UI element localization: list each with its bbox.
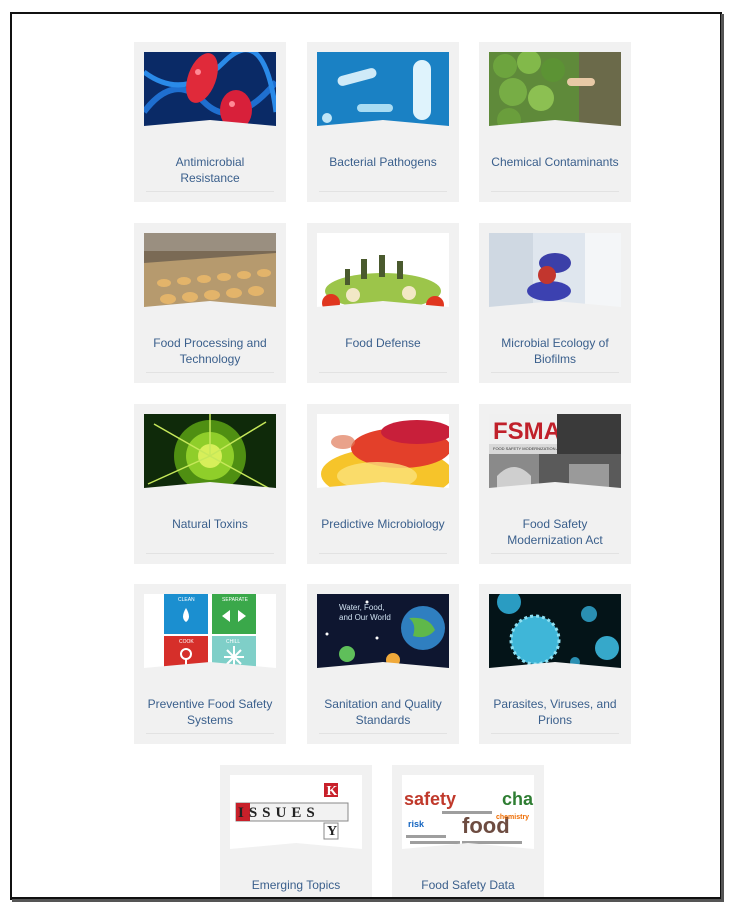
fsma-subtext: FOOD SAFETY MODERNIZATION ACT	[493, 446, 565, 451]
label-line: Bacterial Pathogens	[329, 155, 437, 169]
word-chemistry: chemistry	[496, 814, 529, 821]
card-antimicrobial-resistance[interactable]: Antimicrobial Resistance	[134, 42, 286, 202]
divider	[491, 372, 619, 373]
water-text-line2: and Our World	[339, 613, 391, 622]
card-label: Parasites, Viruses, and Prions	[485, 696, 625, 728]
card-label: Food Safety Data	[398, 877, 538, 893]
card-label: Food Defense	[313, 335, 453, 351]
label-line: Predictive Microbiology	[321, 517, 445, 531]
card-emerging-topics[interactable]: K ISSUES Y Emerging Topics	[220, 765, 372, 897]
divider	[491, 733, 619, 734]
card-bacterial-pathogens[interactable]: Bacterial Pathogens	[307, 42, 459, 202]
thumb-notch	[144, 301, 276, 315]
divider	[319, 553, 447, 554]
card-microbial-ecology-biofilms[interactable]: Microbial Ecology of Biofilms	[479, 223, 631, 383]
word-cha: cha	[502, 789, 534, 809]
thumb-notch	[317, 662, 449, 676]
tile-k-text: K	[327, 784, 338, 799]
label-line: Modernization Act	[507, 533, 603, 547]
thumb-notch	[489, 662, 621, 676]
card-label: Predictive Microbiology	[313, 516, 453, 532]
card-label: Microbial Ecology of Biofilms	[485, 335, 625, 367]
card-label: Chemical Contaminants	[485, 154, 625, 170]
page-frame: Antimicrobial Resistance Bacterial Patho…	[10, 12, 722, 900]
card-sanitation-quality-standards[interactable]: Water, Food, and Our World Sanitation an…	[307, 584, 459, 744]
label-line: Systems	[186, 713, 233, 727]
divider	[319, 733, 447, 734]
water-text-line1: Water, Food,	[339, 603, 385, 612]
card-predictive-microbiology[interactable]: Predictive Microbiology	[307, 404, 459, 564]
divider	[146, 733, 274, 734]
label-line: Food Processing and	[153, 336, 267, 350]
thumb-notch	[489, 482, 621, 496]
thumb-notch	[402, 843, 534, 857]
card-natural-toxins[interactable]: Natural Toxins	[134, 404, 286, 564]
thumb-notch	[230, 843, 362, 857]
divider	[491, 553, 619, 554]
thumb-notch	[144, 120, 276, 134]
label-line: Antimicrobial	[175, 155, 245, 169]
thumb-notch	[489, 301, 621, 315]
card-label: Food Processing and Technology	[140, 335, 280, 367]
divider	[491, 191, 619, 192]
thumb-notch	[317, 301, 449, 315]
clean-text: CLEAN	[178, 597, 195, 603]
label-line: Natural Toxins	[172, 517, 248, 531]
label-line: Parasites, Viruses, and	[493, 697, 617, 711]
thumb-notch	[144, 662, 276, 676]
card-food-safety-modernization-act[interactable]: FSMA FOOD SAFETY MODERNIZATION ACT Food …	[479, 404, 631, 564]
tile-y-text: Y	[327, 824, 337, 839]
fsma-text: FSMA	[493, 418, 561, 445]
label-line: Biofilms	[533, 352, 576, 366]
issues-text: ISSUES	[238, 805, 320, 821]
thumb-notch	[317, 482, 449, 496]
cook-text: COOK	[179, 639, 194, 645]
card-label: Preventive Food Safety Systems	[140, 696, 280, 728]
label-line: Prions	[537, 713, 572, 727]
card-label: Emerging Topics	[226, 877, 366, 893]
label-line: Resistance	[180, 171, 240, 185]
label-line: Preventive Food Safety	[147, 697, 273, 711]
chill-text: CHILL	[226, 639, 240, 645]
card-label: Natural Toxins	[140, 516, 280, 532]
label-line: Standards	[355, 713, 411, 727]
divider	[146, 553, 274, 554]
label-line: Chemical Contaminants	[491, 155, 619, 169]
label-line: Sanitation and Quality	[324, 697, 442, 711]
separate-text: SEPARATE	[222, 597, 249, 603]
card-label: Antimicrobial Resistance	[140, 154, 280, 186]
divider	[146, 372, 274, 373]
label-line: Food Defense	[345, 336, 421, 350]
card-label: Food Safety Modernization Act	[485, 516, 625, 548]
card-food-processing-technology[interactable]: Food Processing and Technology	[134, 223, 286, 383]
card-chemical-contaminants[interactable]: Chemical Contaminants	[479, 42, 631, 202]
card-parasites-viruses-prions[interactable]: Parasites, Viruses, and Prions	[479, 584, 631, 744]
label-line: Emerging Topics	[251, 878, 341, 892]
thumb-notch	[144, 482, 276, 496]
divider	[319, 191, 447, 192]
label-line: Technology	[179, 352, 241, 366]
label-line: Food Safety	[522, 517, 588, 531]
divider	[319, 372, 447, 373]
thumb-notch	[317, 120, 449, 134]
label-line: Microbial Ecology of	[501, 336, 609, 350]
label-line: Food Safety Data	[421, 878, 515, 892]
thumb-notch	[489, 120, 621, 134]
card-label: Sanitation and Quality Standards	[313, 696, 453, 728]
divider	[146, 191, 274, 192]
card-preventive-food-safety-systems[interactable]: CLEAN SEPARATE COOK CHILL Preventive Foo…	[134, 584, 286, 744]
card-food-safety-data[interactable]: safety cha food risk chemistry Food Safe…	[392, 765, 544, 897]
card-label: Bacterial Pathogens	[313, 154, 453, 170]
word-risk: risk	[408, 819, 425, 829]
card-food-defense[interactable]: Food Defense	[307, 223, 459, 383]
word-safety: safety	[404, 789, 456, 809]
